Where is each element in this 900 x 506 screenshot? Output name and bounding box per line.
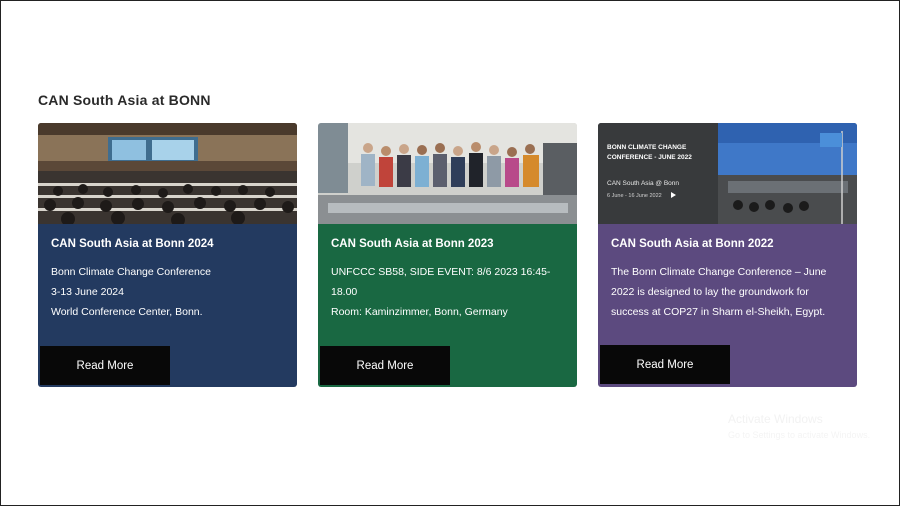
card-description: Bonn Climate Change Conference 3-13 June… [51,262,287,322]
read-more-button[interactable]: Read More [40,346,170,385]
card-bonn-2023: CAN South Asia at Bonn 2023 UNFCCC SB58,… [318,123,577,387]
banner-line-4: 6 June - 16 June 2022 [607,193,662,199]
card-description-line: 18.00 [331,286,358,298]
banner-line-2: CONFERENCE - JUNE 2022 [607,154,692,161]
card-body: CAN South Asia at Bonn 2024 Bonn Climate… [38,224,297,387]
card-bonn-2024: CAN South Asia at Bonn 2024 Bonn Climate… [38,123,297,387]
card-description-line: World Conference Center, Bonn. [51,306,203,318]
card-description-line: UNFCCC SB58, SIDE EVENT: 8/6 2023 16:45- [331,266,551,278]
card-title: CAN South Asia at Bonn 2024 [51,238,214,250]
card-bonn-2022: BONN CLIMATE CHANGE CONFERENCE - JUNE 20… [598,123,857,387]
group-photo [318,123,577,224]
banner-line-3: CAN South Asia @ Bonn [607,180,679,187]
card-description-line: 3-13 June 2024 [51,286,124,298]
read-more-button[interactable]: Read More [600,345,730,384]
read-more-button[interactable]: Read More [320,346,450,385]
card-description-line: Bonn Climate Change Conference [51,266,211,278]
card-title: CAN South Asia at Bonn 2023 [331,238,494,250]
banner-line-1: BONN CLIMATE CHANGE [607,144,687,151]
card-description-line: Room: Kaminzimmer, Bonn, Germany [331,306,508,318]
section-title: CAN South Asia at BONN [38,92,211,108]
conference-banner-image: BONN CLIMATE CHANGE CONFERENCE - JUNE 20… [598,123,857,224]
card-description-line: success at COP27 in Sharm el-Sheikh, Egy… [611,306,826,318]
card-body: CAN South Asia at Bonn 2022 The Bonn Cli… [598,224,857,387]
conference-hall-photo [38,123,297,224]
card-description-line: The Bonn Climate Change Conference – Jun… [611,266,827,278]
activation-watermark-text: Go to Settings to activate Windows. [728,430,871,440]
card-description: UNFCCC SB58, SIDE EVENT: 8/6 2023 16:45-… [331,262,567,322]
card-description-line: 2022 is designed to lay the groundwork f… [611,286,809,298]
card-title: CAN South Asia at Bonn 2022 [611,238,774,250]
card-body: CAN South Asia at Bonn 2023 UNFCCC SB58,… [318,224,577,387]
activation-watermark-title: Activate Windows [728,412,823,426]
card-description: The Bonn Climate Change Conference – Jun… [611,262,847,322]
